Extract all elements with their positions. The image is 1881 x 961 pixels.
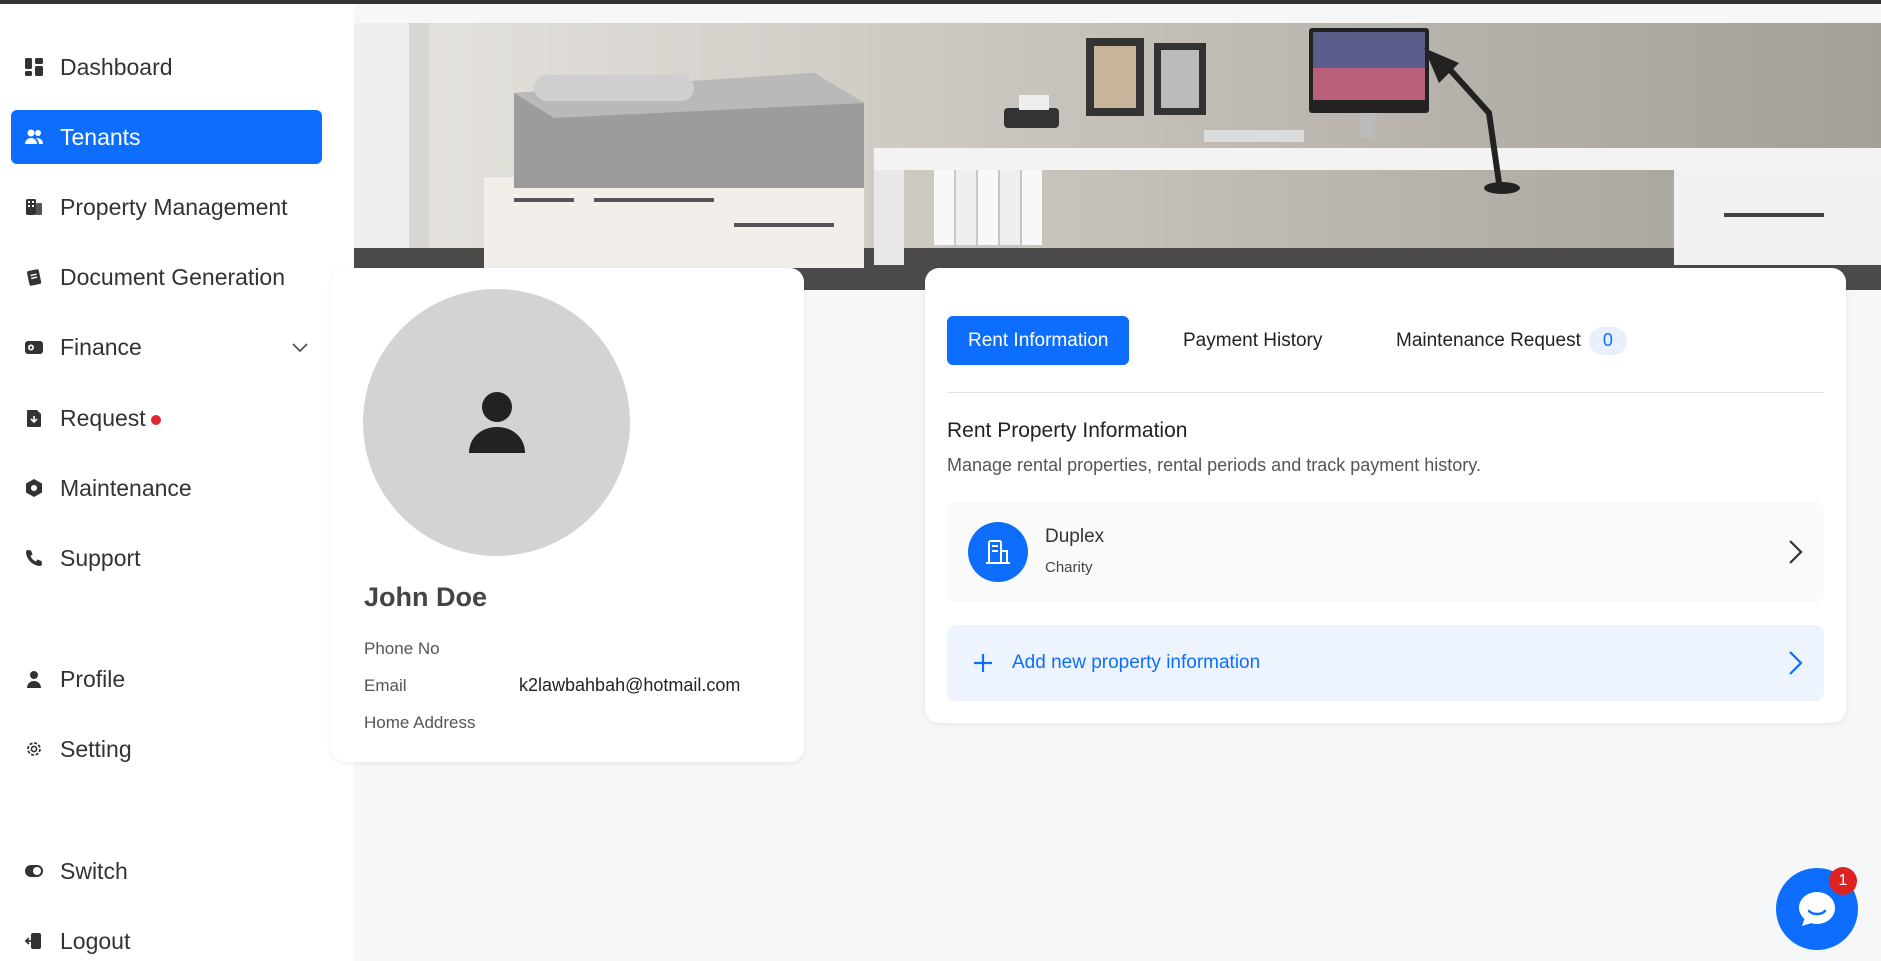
user-icon [23,668,45,690]
request-icon [23,407,45,429]
property-subtitle: Charity [1045,559,1093,576]
email-label: Email [364,676,407,695]
chevron-down-icon[interactable] [290,337,310,357]
phone-label: Phone No [364,639,440,658]
sidebar-item-label: Document Generation [60,263,286,290]
sidebar-item-document-generation[interactable]: Document Generation [11,250,322,304]
section-description: Manage rental properties, rental periods… [947,455,1481,475]
sidebar-item-setting[interactable]: Setting [11,722,322,776]
sidebar-item-dashboard[interactable]: Dashboard [11,40,322,94]
profile-card: John Doe Phone No Email k2lawbahbah@hotm… [331,268,804,762]
main-content: John Doe Phone No Email k2lawbahbah@hotm… [331,4,1881,961]
document-icon [23,266,45,288]
address-label: Home Address [364,713,476,732]
gear-icon [23,738,45,760]
maintenance-count-badge: 0 [1588,326,1627,355]
rent-information-card: Rent Information Payment History Mainten… [925,268,1846,723]
notification-dot [150,415,161,425]
add-property-label: Add new property information [1012,652,1261,673]
sidebar-item-label: Switch [60,857,128,884]
sidebar-item-property-management[interactable]: Property Management [11,180,322,234]
wallet-icon [23,336,45,358]
tab-label: Payment History [1183,329,1323,351]
user-placeholder-icon [468,391,525,453]
email-value: k2lawbahbah@hotmail.com [519,675,741,695]
tab-maintenance-request[interactable]: Maintenance Request 0 [1396,316,1627,365]
sidebar-item-label: Dashboard [60,53,173,80]
chat-bubble-icon [1799,892,1835,926]
chevron-right-icon [1789,540,1803,564]
wrench-hex-icon [23,477,45,499]
plus-icon [974,654,992,672]
section-title: Rent Property Information [947,419,1188,442]
chevron-right-icon [1789,651,1803,675]
sidebar-item-label: Property Management [60,193,288,220]
tab-rent-information[interactable]: Rent Information [947,316,1130,365]
add-property-button[interactable]: Add new property information [947,625,1824,701]
tenant-name: John Doe [364,582,488,612]
users-icon [23,126,45,148]
sidebar-item-finance[interactable]: Finance [11,320,322,374]
sidebar-item-label: Finance [60,333,142,360]
phone-icon [23,547,45,569]
sidebar-item-label: Support [60,544,141,571]
avatar [363,289,630,556]
sidebar-item-label: Logout [60,927,131,954]
sidebar-item-label: Tenants [60,123,141,150]
chat-notification-badge: 1 [1829,867,1857,895]
sidebar-item-tenants[interactable]: Tenants [11,110,322,164]
sidebar-item-label: Profile [60,665,126,692]
sidebar-item-switch[interactable]: Switch [11,844,322,898]
sidebar-item-label: Maintenance [60,474,192,501]
logout-icon [23,930,45,952]
sidebar-item-maintenance[interactable]: Maintenance [11,461,322,515]
sidebar-item-request[interactable]: Request [11,391,322,445]
property-name: Duplex [1045,526,1105,547]
property-item[interactable]: Duplex Charity [947,502,1824,602]
sidebar-item-logout[interactable]: Logout [11,914,322,961]
switch-icon [23,860,45,882]
tab-label: Maintenance Request [1396,329,1581,351]
sidebar-item-label: Setting [60,735,132,762]
building-icon [23,196,45,218]
tab-payment-history[interactable]: Payment History [1183,316,1322,365]
tabs-divider [947,392,1824,393]
sidebar-item-profile[interactable]: Profile [11,652,322,706]
sidebar-item-label: Request [60,404,146,431]
tab-label: Rent Information [968,329,1109,351]
sidebar-item-support[interactable]: Support [11,531,322,585]
building-icon [968,522,1028,582]
dashboard-icon [23,56,45,78]
property-banner-image [354,23,1881,290]
sidebar: Dashboard Tenants Property Management Do… [0,4,354,961]
